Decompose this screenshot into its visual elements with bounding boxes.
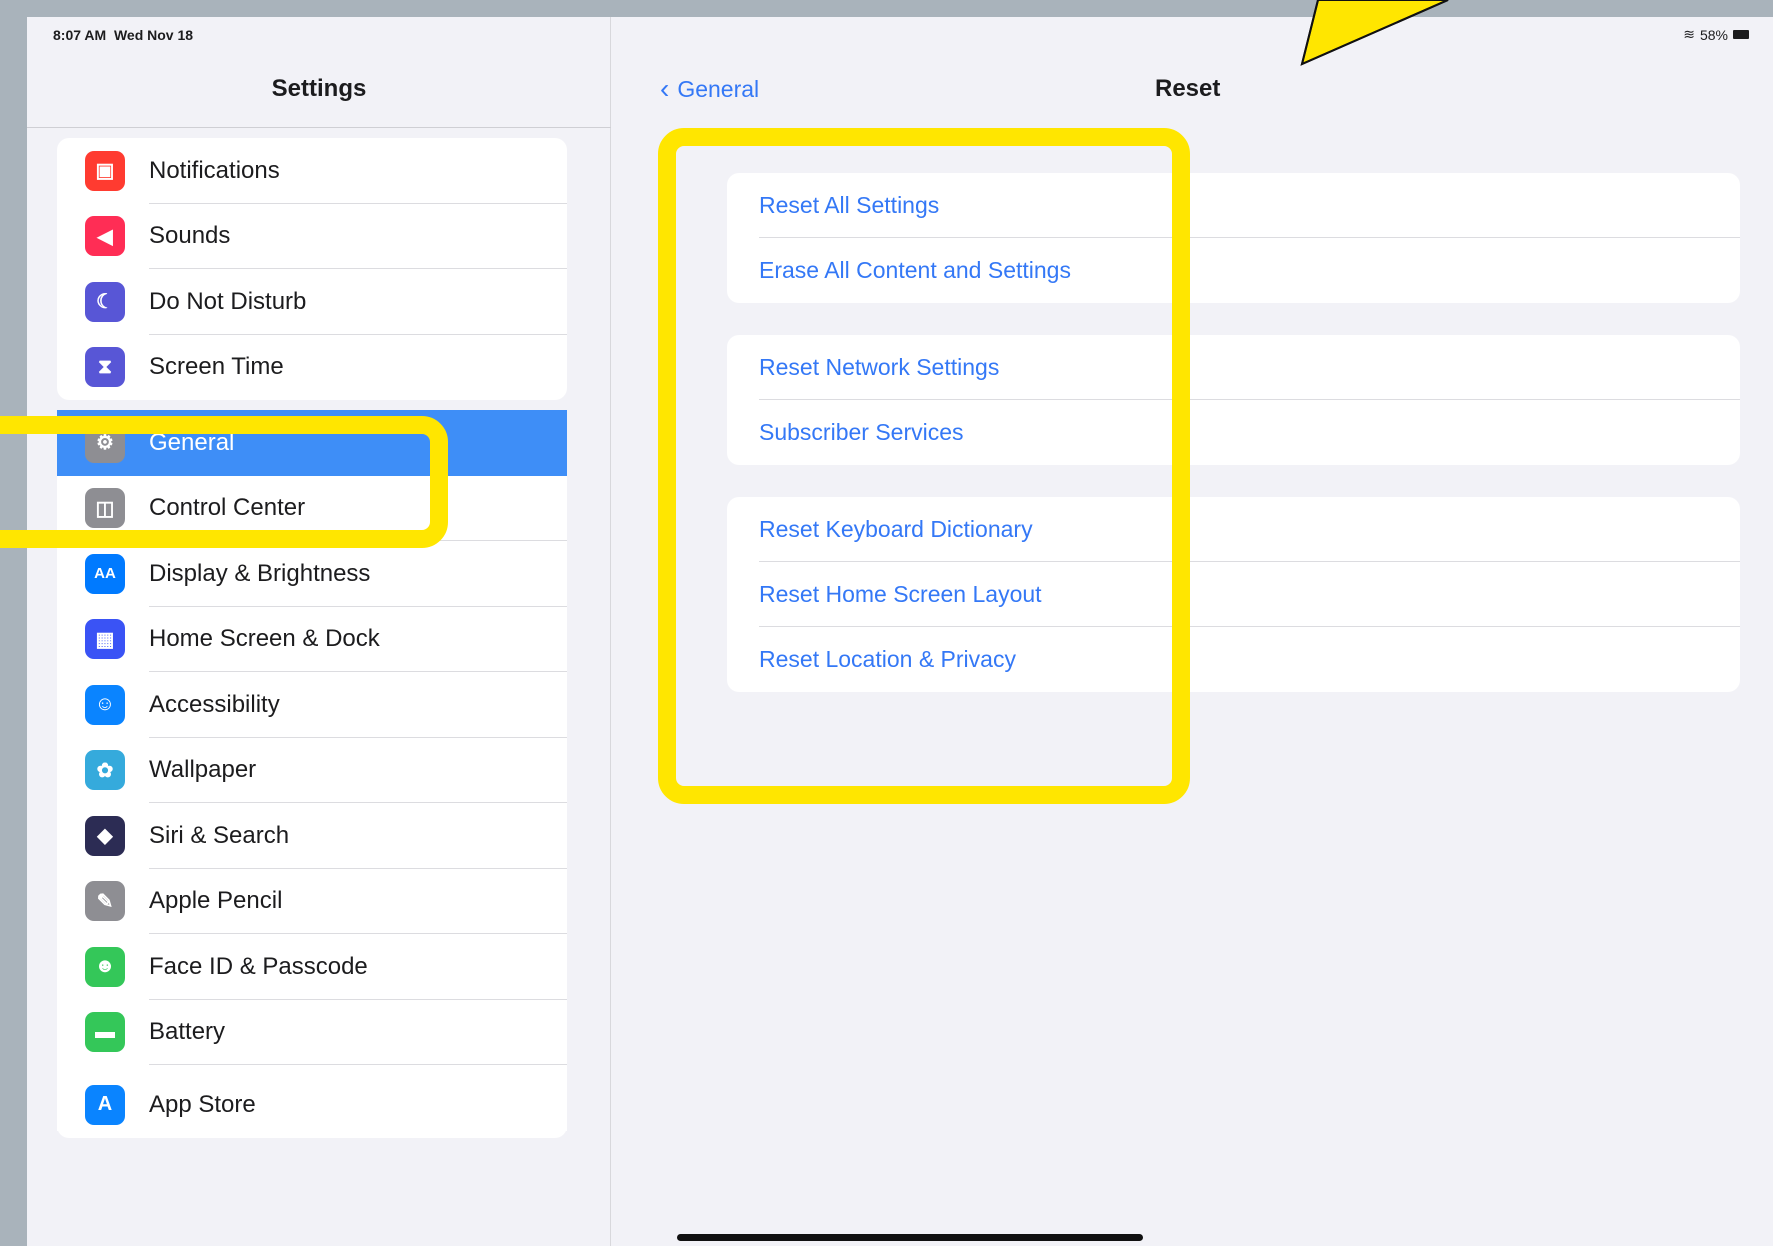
annotation-arrow xyxy=(1300,0,1449,66)
